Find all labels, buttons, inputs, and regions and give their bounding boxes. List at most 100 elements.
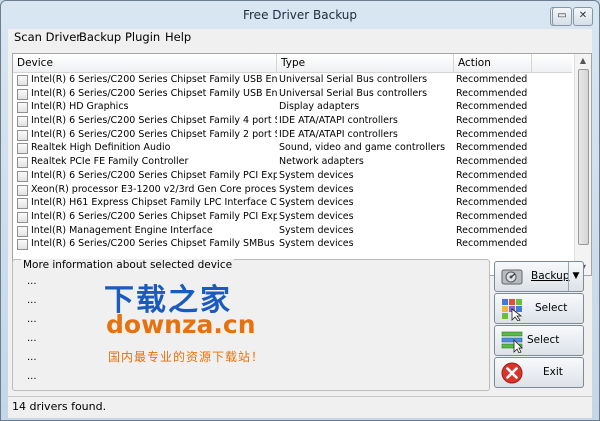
- watermark-site: downza.cn: [106, 310, 256, 339]
- action-cell: Recommended: [456, 238, 528, 250]
- device-cell: Xeon(R) processor E3-1200 v2/3rd Gen Cor…: [31, 183, 277, 195]
- row-checkbox[interactable]: [17, 88, 28, 100]
- device-cell: Intel(R) 6 Series/C200 Series Chipset Fa…: [31, 74, 277, 85]
- action-cell: Recommended: [456, 156, 528, 168]
- row-checkbox[interactable]: [17, 157, 28, 169]
- info-line: ...: [27, 276, 37, 287]
- menu-plugin[interactable]: Plugin: [125, 30, 160, 44]
- select-invert-button[interactable]: Select Invert: [494, 325, 584, 375]
- row-checkbox[interactable]: [17, 143, 28, 155]
- table-row[interactable]: Intel(R) 6 Series/C200 Series Chipset Fa…: [13, 169, 572, 183]
- exit-button[interactable]: Exit: [494, 357, 584, 388]
- select-all-button[interactable]: Select All: [494, 293, 584, 343]
- column-device[interactable]: Device: [13, 54, 277, 72]
- column-action[interactable]: Action: [454, 54, 532, 72]
- vertical-scrollbar[interactable]: ▲ ▼: [574, 54, 591, 275]
- action-cell: Recommended: [456, 74, 528, 85]
- backup-button[interactable]: Backup ▼: [494, 261, 584, 292]
- maximize-button[interactable]: ▭: [552, 7, 572, 26]
- info-line: ...: [27, 314, 37, 325]
- action-cell: Recommended: [456, 142, 528, 154]
- action-cell: Recommended: [456, 101, 528, 113]
- title-bar[interactable]: Free Driver Backup: [1, 1, 599, 29]
- row-checkbox[interactable]: [17, 239, 28, 251]
- device-cell: Intel(R) 6 Series/C200 Series Chipset Fa…: [31, 169, 277, 181]
- type-cell: Network adapters: [279, 156, 364, 168]
- close-icon: ✕: [578, 10, 588, 21]
- type-cell: IDE ATA/ATAPI controllers: [279, 115, 398, 127]
- type-cell: Sound, video and game controllers: [279, 142, 446, 154]
- row-checkbox[interactable]: [17, 211, 28, 223]
- action-cell: Recommended: [456, 183, 528, 195]
- table-row[interactable]: Intel(R) 6 Series/C200 Series Chipset Fa…: [13, 237, 572, 251]
- type-cell: System devices: [279, 210, 354, 222]
- table-row[interactable]: Intel(R) 6 Series/C200 Series Chipset Fa…: [13, 114, 572, 128]
- info-legend: More information about selected device: [21, 259, 235, 271]
- table-row[interactable]: Xeon(R) processor E3-1200 v2/3rd Gen Cor…: [13, 183, 572, 197]
- chevron-down-icon[interactable]: ▼: [568, 262, 583, 291]
- table-row[interactable]: Realtek PCIe FE Family Controller Network…: [13, 155, 572, 169]
- table-row[interactable]: Intel(R) 6 Series/C200 Series Chipset Fa…: [13, 87, 572, 101]
- client-area: Scan Driver Backup Plugin Help Device Ty…: [8, 29, 592, 418]
- driver-list[interactable]: Device Type Action Intel(R) 6 Series/C20…: [12, 53, 592, 276]
- type-cell: IDE ATA/ATAPI controllers: [279, 128, 398, 140]
- device-cell: Intel(R) H61 Express Chipset Family LPC …: [31, 197, 277, 209]
- row-checkbox[interactable]: [17, 170, 28, 182]
- action-cell: Recommended: [456, 115, 528, 127]
- type-cell: System devices: [279, 169, 354, 181]
- menu-backup[interactable]: Backup: [79, 30, 121, 44]
- status-bar: 14 drivers found.: [8, 396, 592, 418]
- type-cell: Universal Serial Bus controllers: [279, 74, 428, 85]
- type-cell: System devices: [279, 197, 354, 209]
- row-checkbox[interactable]: [17, 102, 28, 114]
- list-rows: Intel(R) 6 Series/C200 Series Chipset Fa…: [13, 73, 572, 251]
- select-invert-icon: [501, 331, 523, 353]
- table-row[interactable]: Intel(R) 6 Series/C200 Series Chipset Fa…: [13, 73, 572, 87]
- row-checkbox[interactable]: [17, 116, 28, 128]
- action-cell: Recommended: [456, 169, 528, 181]
- window-title: Free Driver Backup: [242, 8, 357, 22]
- info-line: ...: [27, 295, 37, 306]
- action-cell: Recommended: [456, 224, 528, 236]
- select-all-icon: [502, 299, 523, 321]
- row-checkbox[interactable]: [17, 129, 28, 141]
- maximize-icon: ▭: [557, 10, 567, 21]
- table-row[interactable]: Intel(R) Management Engine Interface Syst…: [13, 224, 572, 238]
- table-row[interactable]: Intel(R) 6 Series/C200 Series Chipset Fa…: [13, 210, 572, 224]
- row-checkbox[interactable]: [17, 75, 28, 86]
- row-checkbox[interactable]: [17, 225, 28, 237]
- scroll-thumb[interactable]: [578, 69, 589, 245]
- app-window: Free Driver Backup ▁ ▭ ✕ Scan Driver Bac…: [0, 0, 600, 421]
- menu-scan-driver[interactable]: Scan Driver: [14, 30, 81, 44]
- row-checkbox[interactable]: [17, 198, 28, 210]
- column-type[interactable]: Type: [277, 54, 454, 72]
- type-cell: Display adapters: [279, 101, 360, 113]
- list-header: Device Type Action: [13, 54, 572, 73]
- info-line: ...: [27, 352, 37, 363]
- type-cell: System devices: [279, 224, 354, 236]
- type-cell: System devices: [279, 238, 354, 250]
- row-checkbox[interactable]: [17, 184, 28, 196]
- exit-icon: [501, 362, 523, 384]
- hard-drive-icon: [501, 269, 523, 285]
- device-cell: Intel(R) 6 Series/C200 Series Chipset Fa…: [31, 87, 277, 99]
- menu-bar: Scan Driver Backup Plugin Help: [8, 29, 592, 46]
- type-cell: System devices: [279, 183, 354, 195]
- scroll-up-icon[interactable]: ▲: [575, 54, 591, 68]
- device-cell: Intel(R) Management Engine Interface: [31, 224, 213, 236]
- status-text: 14 drivers found.: [12, 400, 107, 413]
- table-row[interactable]: Intel(R) 6 Series/C200 Series Chipset Fa…: [13, 128, 572, 142]
- table-row[interactable]: Realtek High Definition Audio Sound, vide…: [13, 141, 572, 155]
- exit-label: Exit: [543, 366, 563, 378]
- backup-label: Backup: [531, 270, 570, 282]
- device-cell: Realtek High Definition Audio: [31, 142, 171, 154]
- device-cell: Intel(R) 6 Series/C200 Series Chipset Fa…: [31, 238, 277, 250]
- info-line: ...: [27, 333, 37, 344]
- close-button[interactable]: ✕: [573, 7, 593, 26]
- watermark-slogan: 国内最专业的资源下载站！: [108, 350, 265, 364]
- action-cell: Recommended: [456, 197, 528, 209]
- action-cell: Recommended: [456, 128, 528, 140]
- table-row[interactable]: Intel(R) H61 Express Chipset Family LPC …: [13, 196, 572, 210]
- table-row[interactable]: Intel(R) HD Graphics Display adapters Reco…: [13, 100, 572, 114]
- menu-help[interactable]: Help: [165, 30, 191, 44]
